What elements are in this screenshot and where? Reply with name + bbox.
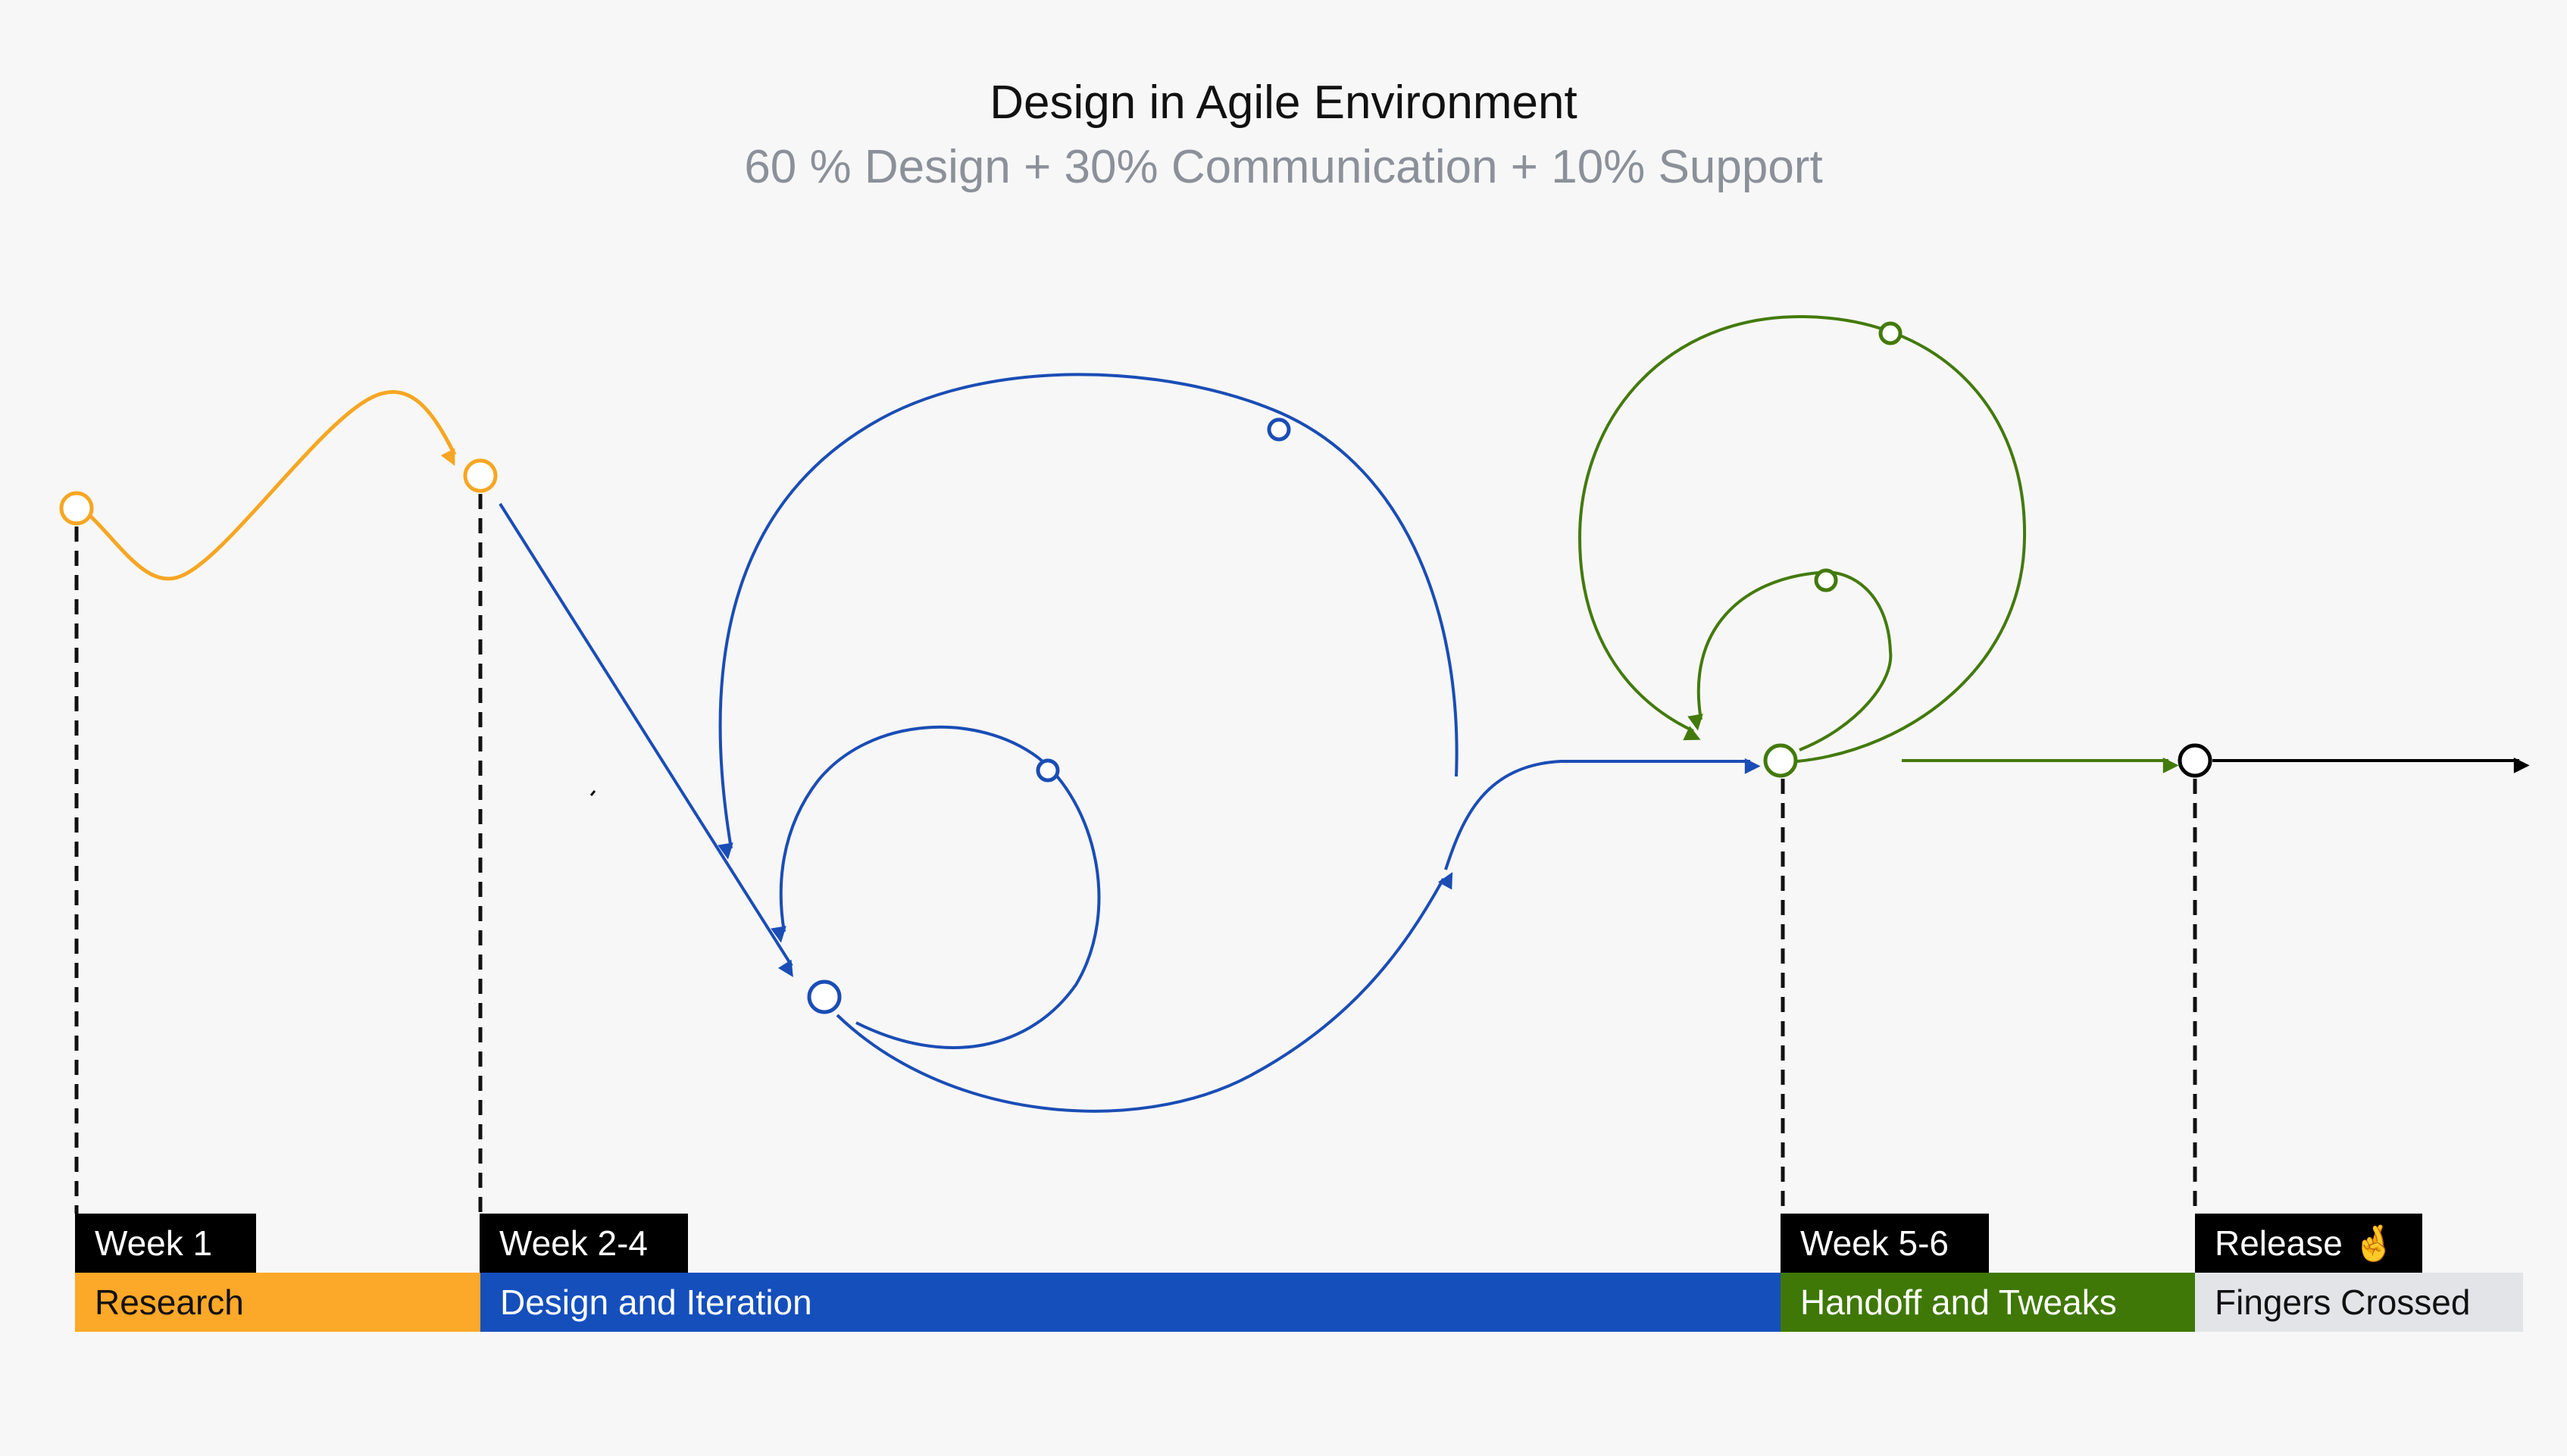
node-handoff-small-loop: [1814, 568, 1838, 592]
design-sweep-path: [836, 872, 1453, 1113]
design-entry-path: [499, 502, 793, 977]
week-tag-1: Week 1: [75, 1214, 256, 1273]
node-release: [2178, 743, 2212, 778]
node-design-bottom: [807, 980, 842, 1014]
research-wave-path: [88, 389, 457, 581]
design-to-handoff-path: [1444, 758, 1761, 870]
phase-band-research: Research: [75, 1273, 480, 1332]
node-research-start: [59, 491, 94, 526]
stray-mark: [589, 790, 596, 796]
node-handoff: [1763, 743, 1798, 778]
phase-band-handoff: Handoff and Tweaks: [1781, 1273, 2195, 1332]
handoff-big-loop-path: [1577, 314, 2027, 763]
week-tag-5-6: Week 5-6: [1781, 1214, 1989, 1273]
node-handoff-big-loop: [1878, 321, 1903, 345]
handoff-small-loop-path: [1687, 570, 1893, 751]
node-design-big-loop: [1267, 417, 1291, 442]
phase-band-design: Design and Iteration: [480, 1273, 1781, 1332]
week-tag-release: Release 🤞: [2195, 1214, 2422, 1273]
week-tag-2-4: Week 2-4: [480, 1214, 688, 1273]
node-research-end: [463, 458, 498, 493]
node-design-small-loop: [1036, 758, 1060, 783]
phase-band-release: Fingers Crossed: [2195, 1273, 2523, 1332]
design-big-loop-path: [718, 373, 1459, 860]
agile-process-diagram: [59, 314, 2530, 1214]
